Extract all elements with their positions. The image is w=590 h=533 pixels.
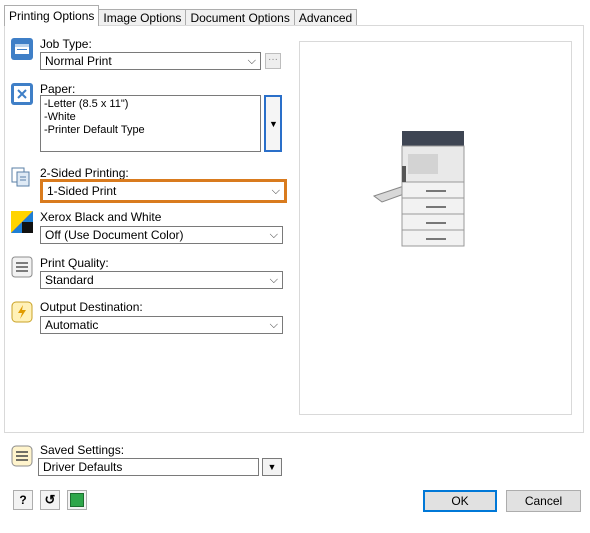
saved-settings-label: Saved Settings: xyxy=(40,443,125,457)
tab-document-options[interactable]: Document Options xyxy=(185,9,295,26)
cancel-button[interactable]: Cancel xyxy=(506,490,581,512)
ok-button[interactable]: OK xyxy=(423,490,497,512)
job-type-more-button[interactable]: ··· xyxy=(265,53,281,69)
chevron-down-icon: ⌵ xyxy=(271,185,280,197)
paper-color: -White xyxy=(44,111,76,123)
print-quality-icon xyxy=(10,255,34,279)
chevron-down-icon: ⌵ xyxy=(247,55,256,67)
refresh-icon: ↺ xyxy=(44,492,56,507)
tab-image-options[interactable]: Image Options xyxy=(98,9,187,26)
color-mode-value: Off (Use Document Color) xyxy=(45,228,184,242)
job-type-value: Normal Print xyxy=(45,54,112,68)
print-quality-value: Standard xyxy=(45,273,94,287)
output-destination-select[interactable]: Automatic ⌵ xyxy=(40,316,283,334)
color-mode-select[interactable]: Off (Use Document Color) ⌵ xyxy=(40,226,283,244)
print-quality-select[interactable]: Standard ⌵ xyxy=(40,271,283,289)
restore-defaults-button[interactable]: ↺ xyxy=(40,490,60,510)
output-destination-icon xyxy=(10,300,34,324)
output-destination-value: Automatic xyxy=(45,318,99,332)
help-label: ? xyxy=(19,493,27,507)
saved-settings-dropdown-button[interactable]: ▼ xyxy=(262,458,282,476)
printer-image xyxy=(372,131,465,247)
paper-label: Paper: xyxy=(40,82,76,96)
color-mode-label: Xerox Black and White xyxy=(40,210,162,224)
chevron-down-icon: ⌵ xyxy=(269,319,278,331)
tab-advanced[interactable]: Advanced xyxy=(293,9,358,26)
paper-size: -Letter (8.5 x 11") xyxy=(44,98,129,110)
job-type-icon xyxy=(10,37,34,61)
saved-settings-icon xyxy=(10,444,34,468)
paper-dropdown-button[interactable]: ▼ xyxy=(264,95,282,152)
chevron-down-icon: ⌵ xyxy=(269,229,278,241)
chevron-down-icon: ⌵ xyxy=(269,274,278,286)
paper-summary: -Letter (8.5 x 11") -White -Printer Defa… xyxy=(40,95,261,152)
output-destination-label: Output Destination: xyxy=(40,300,143,314)
two-sided-value: 1-Sided Print xyxy=(47,184,117,198)
caret-down-icon: ▼ xyxy=(269,119,278,129)
tab-bar: Printing Options Image Options Document … xyxy=(4,4,358,26)
paper-icon xyxy=(10,82,34,106)
color-mode-icon xyxy=(10,210,34,234)
printer-preview-pane xyxy=(299,41,572,415)
paper-type: -Printer Default Type xyxy=(44,124,145,136)
saved-settings-select[interactable]: Driver Defaults xyxy=(38,458,259,476)
green-status-icon xyxy=(70,493,84,507)
two-sided-select[interactable]: 1-Sided Print ⌵ xyxy=(40,179,287,203)
saved-settings-value: Driver Defaults xyxy=(43,460,123,474)
two-sided-icon xyxy=(10,165,34,189)
job-type-label: Job Type: xyxy=(40,37,92,51)
caret-down-icon: ▼ xyxy=(267,462,277,472)
tab-printing-options[interactable]: Printing Options xyxy=(4,5,100,26)
print-quality-label: Print Quality: xyxy=(40,256,109,270)
job-type-select[interactable]: Normal Print ⌵ xyxy=(40,52,261,70)
help-button[interactable]: ? xyxy=(13,490,33,510)
two-sided-label: 2-Sided Printing: xyxy=(40,166,129,180)
status-button[interactable] xyxy=(67,490,87,510)
